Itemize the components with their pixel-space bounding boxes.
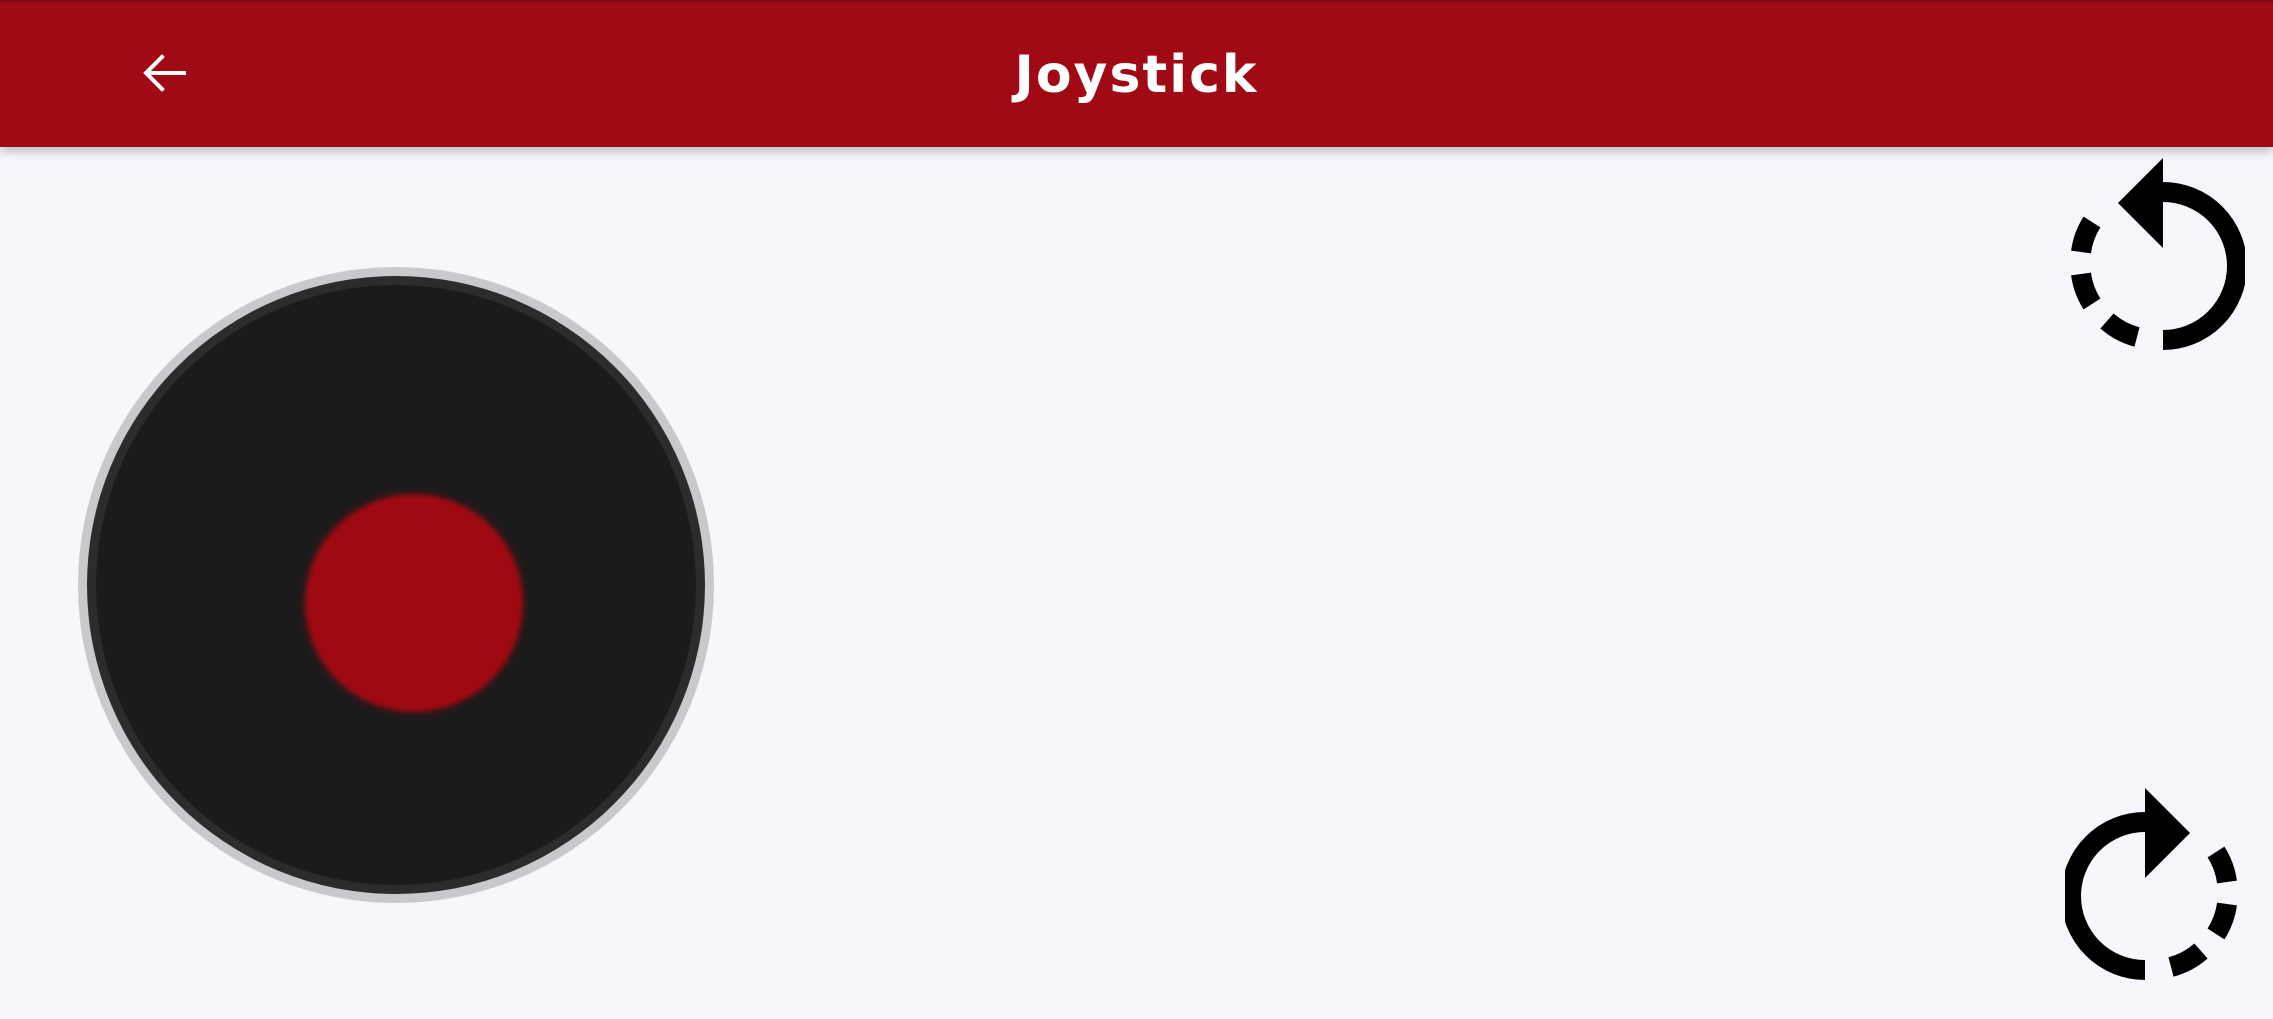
- rotate-left-button[interactable]: [2065, 156, 2247, 356]
- page-title: Joystick: [1014, 44, 1259, 105]
- rotate-right-button[interactable]: [2061, 786, 2245, 986]
- rotate-counterclockwise-icon: [2069, 158, 2247, 354]
- joystick-ring: [87, 276, 705, 894]
- joystick-knob[interactable]: [306, 495, 522, 711]
- joystick-pad[interactable]: [96, 285, 696, 885]
- joystick[interactable]: [78, 267, 714, 903]
- joystick-screen: Joystick: [0, 0, 2273, 1019]
- app-bar: Joystick: [0, 0, 2273, 147]
- rotate-clockwise-icon: [2061, 788, 2239, 984]
